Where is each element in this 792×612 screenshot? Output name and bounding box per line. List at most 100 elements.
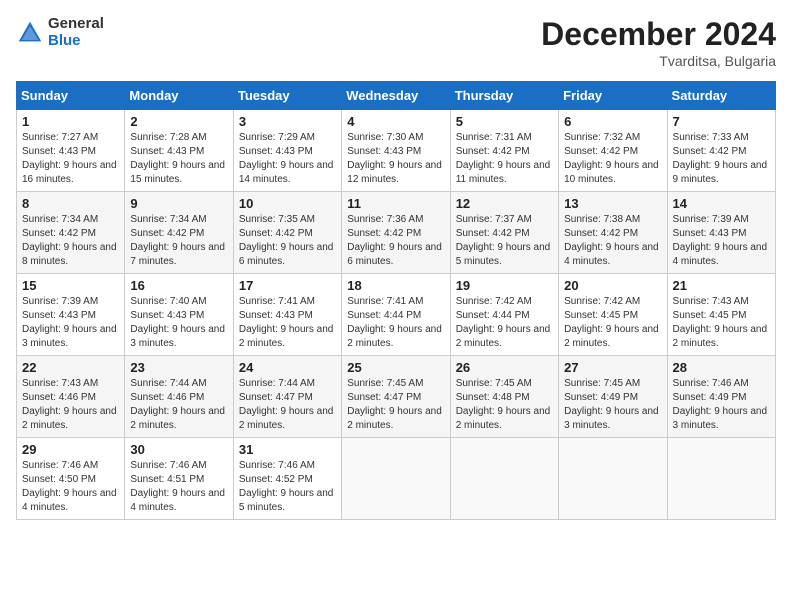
day-number: 26: [456, 360, 553, 375]
day-info: Sunrise: 7:45 AMSunset: 4:49 PMDaylight:…: [564, 377, 661, 433]
day-number: 23: [130, 360, 227, 375]
day-number: 15: [22, 278, 119, 293]
header: General Blue December 2024 Tvarditsa, Bu…: [16, 16, 776, 69]
day-info: Sunrise: 7:27 AMSunset: 4:43 PMDaylight:…: [22, 131, 119, 187]
day-info: Sunrise: 7:46 AMSunset: 4:49 PMDaylight:…: [673, 377, 770, 433]
header-saturday: Saturday: [667, 82, 775, 110]
calendar-week-1: 1 Sunrise: 7:27 AMSunset: 4:43 PMDayligh…: [17, 110, 776, 192]
calendar-cell: 25 Sunrise: 7:45 AMSunset: 4:47 PMDaylig…: [342, 356, 450, 438]
day-number: 12: [456, 196, 553, 211]
day-number: 19: [456, 278, 553, 293]
day-info: Sunrise: 7:46 AMSunset: 4:51 PMDaylight:…: [130, 459, 227, 515]
calendar-cell: 7 Sunrise: 7:33 AMSunset: 4:42 PMDayligh…: [667, 110, 775, 192]
calendar-cell: 26 Sunrise: 7:45 AMSunset: 4:48 PMDaylig…: [450, 356, 558, 438]
day-info: Sunrise: 7:34 AMSunset: 4:42 PMDaylight:…: [130, 213, 227, 269]
day-info: Sunrise: 7:35 AMSunset: 4:42 PMDaylight:…: [239, 213, 336, 269]
calendar-cell: 4 Sunrise: 7:30 AMSunset: 4:43 PMDayligh…: [342, 110, 450, 192]
day-info: Sunrise: 7:39 AMSunset: 4:43 PMDaylight:…: [22, 295, 119, 351]
logo-blue-text: Blue: [48, 33, 104, 50]
day-info: Sunrise: 7:45 AMSunset: 4:48 PMDaylight:…: [456, 377, 553, 433]
calendar-cell: 17 Sunrise: 7:41 AMSunset: 4:43 PMDaylig…: [233, 274, 341, 356]
calendar-cell: 19 Sunrise: 7:42 AMSunset: 4:44 PMDaylig…: [450, 274, 558, 356]
day-info: Sunrise: 7:39 AMSunset: 4:43 PMDaylight:…: [673, 213, 770, 269]
calendar-cell: 16 Sunrise: 7:40 AMSunset: 4:43 PMDaylig…: [125, 274, 233, 356]
day-info: Sunrise: 7:31 AMSunset: 4:42 PMDaylight:…: [456, 131, 553, 187]
day-info: Sunrise: 7:36 AMSunset: 4:42 PMDaylight:…: [347, 213, 444, 269]
calendar-week-3: 15 Sunrise: 7:39 AMSunset: 4:43 PMDaylig…: [17, 274, 776, 356]
calendar-cell: 5 Sunrise: 7:31 AMSunset: 4:42 PMDayligh…: [450, 110, 558, 192]
logo-general-text: General: [48, 16, 104, 33]
day-info: Sunrise: 7:29 AMSunset: 4:43 PMDaylight:…: [239, 131, 336, 187]
day-info: Sunrise: 7:41 AMSunset: 4:43 PMDaylight:…: [239, 295, 336, 351]
calendar-cell: 28 Sunrise: 7:46 AMSunset: 4:49 PMDaylig…: [667, 356, 775, 438]
calendar-week-2: 8 Sunrise: 7:34 AMSunset: 4:42 PMDayligh…: [17, 192, 776, 274]
day-number: 29: [22, 442, 119, 457]
day-info: Sunrise: 7:38 AMSunset: 4:42 PMDaylight:…: [564, 213, 661, 269]
calendar-cell: 22 Sunrise: 7:43 AMSunset: 4:46 PMDaylig…: [17, 356, 125, 438]
day-info: Sunrise: 7:46 AMSunset: 4:52 PMDaylight:…: [239, 459, 336, 515]
day-number: 28: [673, 360, 770, 375]
calendar-cell: 10 Sunrise: 7:35 AMSunset: 4:42 PMDaylig…: [233, 192, 341, 274]
day-info: Sunrise: 7:43 AMSunset: 4:46 PMDaylight:…: [22, 377, 119, 433]
header-tuesday: Tuesday: [233, 82, 341, 110]
calendar-cell: 30 Sunrise: 7:46 AMSunset: 4:51 PMDaylig…: [125, 438, 233, 520]
day-number: 27: [564, 360, 661, 375]
month-title: December 2024: [541, 16, 776, 53]
calendar-cell: 13 Sunrise: 7:38 AMSunset: 4:42 PMDaylig…: [559, 192, 667, 274]
header-sunday: Sunday: [17, 82, 125, 110]
day-info: Sunrise: 7:43 AMSunset: 4:45 PMDaylight:…: [673, 295, 770, 351]
logo-text: General Blue: [48, 16, 104, 49]
day-number: 16: [130, 278, 227, 293]
day-number: 5: [456, 114, 553, 129]
day-number: 9: [130, 196, 227, 211]
calendar-cell: 15 Sunrise: 7:39 AMSunset: 4:43 PMDaylig…: [17, 274, 125, 356]
day-number: 4: [347, 114, 444, 129]
calendar-cell: 29 Sunrise: 7:46 AMSunset: 4:50 PMDaylig…: [17, 438, 125, 520]
calendar-cell: 24 Sunrise: 7:44 AMSunset: 4:47 PMDaylig…: [233, 356, 341, 438]
header-wednesday: Wednesday: [342, 82, 450, 110]
day-number: 25: [347, 360, 444, 375]
calendar-cell: 9 Sunrise: 7:34 AMSunset: 4:42 PMDayligh…: [125, 192, 233, 274]
day-info: Sunrise: 7:28 AMSunset: 4:43 PMDaylight:…: [130, 131, 227, 187]
calendar-cell: 31 Sunrise: 7:46 AMSunset: 4:52 PMDaylig…: [233, 438, 341, 520]
calendar-header-row: SundayMondayTuesdayWednesdayThursdayFrid…: [17, 82, 776, 110]
day-number: 24: [239, 360, 336, 375]
calendar-cell: 18 Sunrise: 7:41 AMSunset: 4:44 PMDaylig…: [342, 274, 450, 356]
day-info: Sunrise: 7:40 AMSunset: 4:43 PMDaylight:…: [130, 295, 227, 351]
day-info: Sunrise: 7:37 AMSunset: 4:42 PMDaylight:…: [456, 213, 553, 269]
day-info: Sunrise: 7:42 AMSunset: 4:45 PMDaylight:…: [564, 295, 661, 351]
day-info: Sunrise: 7:41 AMSunset: 4:44 PMDaylight:…: [347, 295, 444, 351]
calendar-cell: 27 Sunrise: 7:45 AMSunset: 4:49 PMDaylig…: [559, 356, 667, 438]
day-number: 3: [239, 114, 336, 129]
header-monday: Monday: [125, 82, 233, 110]
day-number: 14: [673, 196, 770, 211]
day-number: 1: [22, 114, 119, 129]
day-number: 11: [347, 196, 444, 211]
day-number: 17: [239, 278, 336, 293]
day-number: 20: [564, 278, 661, 293]
header-friday: Friday: [559, 82, 667, 110]
logo-icon: [16, 19, 44, 47]
title-area: December 2024 Tvarditsa, Bulgaria: [541, 16, 776, 69]
day-info: Sunrise: 7:32 AMSunset: 4:42 PMDaylight:…: [564, 131, 661, 187]
day-number: 31: [239, 442, 336, 457]
day-number: 6: [564, 114, 661, 129]
day-number: 2: [130, 114, 227, 129]
day-info: Sunrise: 7:46 AMSunset: 4:50 PMDaylight:…: [22, 459, 119, 515]
calendar-cell: [559, 438, 667, 520]
calendar-cell: 6 Sunrise: 7:32 AMSunset: 4:42 PMDayligh…: [559, 110, 667, 192]
day-number: 10: [239, 196, 336, 211]
calendar-cell: 12 Sunrise: 7:37 AMSunset: 4:42 PMDaylig…: [450, 192, 558, 274]
calendar-cell: 20 Sunrise: 7:42 AMSunset: 4:45 PMDaylig…: [559, 274, 667, 356]
calendar-cell: 1 Sunrise: 7:27 AMSunset: 4:43 PMDayligh…: [17, 110, 125, 192]
day-number: 13: [564, 196, 661, 211]
logo: General Blue: [16, 16, 104, 49]
day-info: Sunrise: 7:44 AMSunset: 4:46 PMDaylight:…: [130, 377, 227, 433]
day-number: 22: [22, 360, 119, 375]
calendar-week-5: 29 Sunrise: 7:46 AMSunset: 4:50 PMDaylig…: [17, 438, 776, 520]
day-info: Sunrise: 7:44 AMSunset: 4:47 PMDaylight:…: [239, 377, 336, 433]
calendar-cell: 14 Sunrise: 7:39 AMSunset: 4:43 PMDaylig…: [667, 192, 775, 274]
day-info: Sunrise: 7:42 AMSunset: 4:44 PMDaylight:…: [456, 295, 553, 351]
calendar-cell: 11 Sunrise: 7:36 AMSunset: 4:42 PMDaylig…: [342, 192, 450, 274]
day-number: 21: [673, 278, 770, 293]
